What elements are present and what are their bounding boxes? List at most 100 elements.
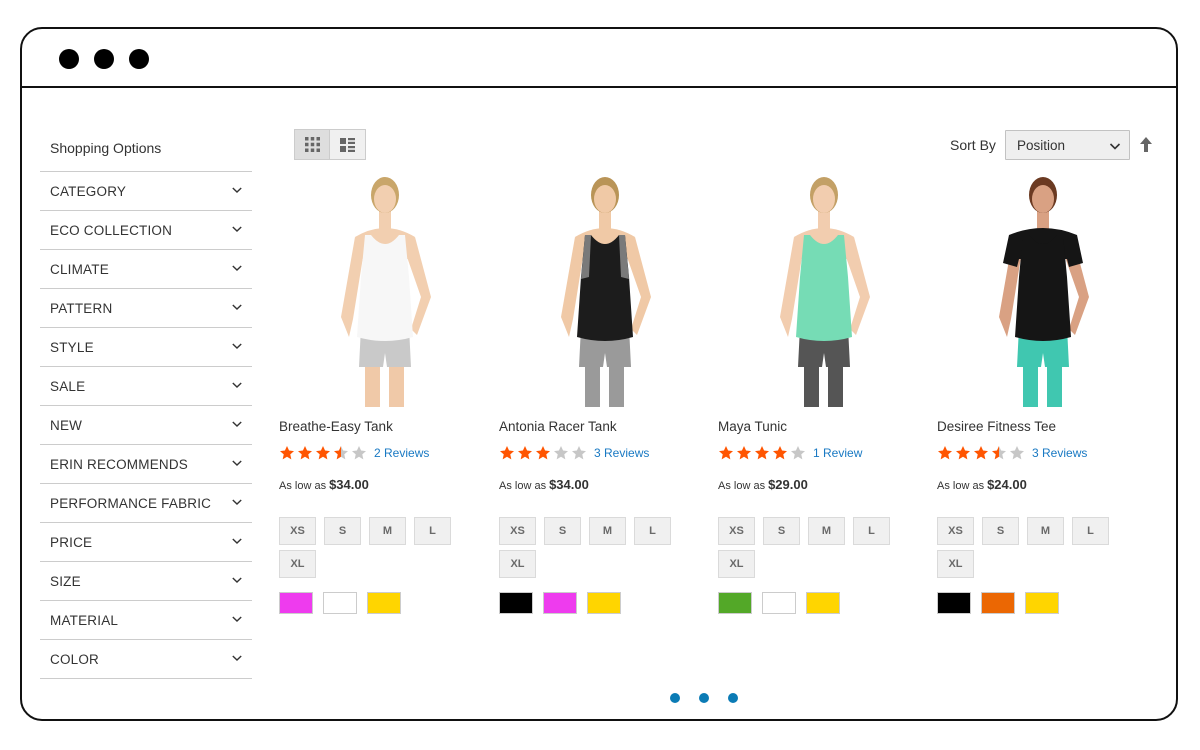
size-option-xl[interactable]: XL: [279, 550, 316, 578]
grid-view-button[interactable]: [295, 130, 330, 159]
chevron-down-icon: [232, 187, 242, 193]
size-option-xs[interactable]: XS: [718, 517, 755, 545]
star-icon: [554, 446, 568, 460]
size-option-xl[interactable]: XL: [718, 550, 755, 578]
color-swatch[interactable]: [587, 592, 621, 614]
color-swatch[interactable]: [543, 592, 577, 614]
reviews-link[interactable]: 2 Reviews: [374, 446, 429, 460]
star-icon: [298, 446, 312, 460]
sort-by-select[interactable]: Position: [1005, 130, 1130, 160]
size-option-l[interactable]: L: [853, 517, 890, 545]
filter-category[interactable]: CATEGORY: [40, 172, 252, 211]
product-rating: 2 Reviews: [279, 445, 429, 461]
star-icon: [316, 446, 330, 460]
product-photo[interactable]: [529, 167, 681, 407]
filter-label: PATTERN: [50, 301, 113, 316]
filter-sale[interactable]: SALE: [40, 367, 252, 406]
product-price: As low as $24.00: [937, 477, 1027, 492]
chevron-down-icon: [232, 655, 242, 661]
size-option-l[interactable]: L: [414, 517, 451, 545]
size-option-s[interactable]: S: [763, 517, 800, 545]
reviews-link[interactable]: 1 Review: [813, 446, 862, 460]
filter-price[interactable]: PRICE: [40, 523, 252, 562]
star-icon: [352, 446, 366, 460]
size-option-m[interactable]: M: [369, 517, 406, 545]
filter-label: PERFORMANCE FABRIC: [50, 496, 212, 511]
star-icon: [280, 446, 294, 460]
chevron-down-icon: [232, 421, 242, 427]
sort-ascending-arrow-icon[interactable]: [1139, 137, 1153, 152]
pager-dot-3[interactable]: [728, 693, 738, 703]
price-prefix: As low as: [279, 480, 327, 492]
pager-dot-1[interactable]: [670, 693, 680, 703]
size-option-xs[interactable]: XS: [937, 517, 974, 545]
color-swatch[interactable]: [499, 592, 533, 614]
color-swatch[interactable]: [367, 592, 401, 614]
product-name-link[interactable]: Maya Tunic: [718, 419, 787, 434]
view-mode-switcher: [294, 129, 366, 160]
size-option-s[interactable]: S: [982, 517, 1019, 545]
filter-size[interactable]: SIZE: [40, 562, 252, 601]
filter-pattern[interactable]: PATTERN: [40, 289, 252, 328]
size-option-l[interactable]: L: [1072, 517, 1109, 545]
size-option-s[interactable]: S: [544, 517, 581, 545]
product-name-link[interactable]: Desiree Fitness Tee: [937, 419, 1056, 434]
filter-performance-fabric[interactable]: PERFORMANCE FABRIC: [40, 484, 252, 523]
size-option-xs[interactable]: XS: [499, 517, 536, 545]
chevron-down-icon: [232, 226, 242, 232]
product-photo[interactable]: [967, 167, 1119, 407]
price-amount: $29.00: [768, 477, 808, 492]
product-photo[interactable]: [309, 167, 461, 407]
reviews-link[interactable]: 3 Reviews: [1032, 446, 1087, 460]
sort-by-label: Sort By: [950, 137, 996, 153]
color-swatch[interactable]: [981, 592, 1015, 614]
size-option-xl[interactable]: XL: [937, 550, 974, 578]
chevron-down-icon: [232, 538, 242, 544]
color-swatch[interactable]: [718, 592, 752, 614]
size-option-s[interactable]: S: [324, 517, 361, 545]
pager-dot-2[interactable]: [699, 693, 709, 703]
filter-style[interactable]: STYLE: [40, 328, 252, 367]
color-swatch[interactable]: [937, 592, 971, 614]
size-option-xl[interactable]: XL: [499, 550, 536, 578]
star-icon: [737, 446, 751, 460]
star-icon: [956, 446, 970, 460]
color-options: [718, 592, 850, 614]
chevron-down-icon: [232, 499, 242, 505]
color-swatch[interactable]: [279, 592, 313, 614]
size-option-l[interactable]: L: [634, 517, 671, 545]
price-prefix: As low as: [499, 480, 547, 492]
chevron-down-icon: [232, 304, 242, 310]
product-name-link[interactable]: Breathe-Easy Tank: [279, 419, 393, 434]
star-icon: [500, 446, 514, 460]
filter-eco-collection[interactable]: ECO COLLECTION: [40, 211, 252, 250]
product-name-link[interactable]: Antonia Racer Tank: [499, 419, 617, 434]
chevron-down-icon: [232, 460, 242, 466]
size-options: XS S M L XL: [718, 517, 908, 583]
size-option-m[interactable]: M: [808, 517, 845, 545]
window-dot-2[interactable]: [94, 49, 114, 69]
window-dot-3[interactable]: [129, 49, 149, 69]
size-option-xs[interactable]: XS: [279, 517, 316, 545]
size-option-m[interactable]: M: [1027, 517, 1064, 545]
filter-color[interactable]: COLOR: [40, 640, 252, 679]
color-swatch[interactable]: [806, 592, 840, 614]
filter-material[interactable]: MATERIAL: [40, 601, 252, 640]
color-swatch[interactable]: [762, 592, 796, 614]
reviews-link[interactable]: 3 Reviews: [594, 446, 649, 460]
color-swatch[interactable]: [323, 592, 357, 614]
product-photo[interactable]: [748, 167, 900, 407]
star-icon: [1010, 446, 1024, 460]
color-swatch[interactable]: [1025, 592, 1059, 614]
window-dot-1[interactable]: [59, 49, 79, 69]
filter-climate[interactable]: CLIMATE: [40, 250, 252, 289]
size-options: XS S M L XL: [937, 517, 1127, 583]
color-options: [499, 592, 631, 614]
list-view-button[interactable]: [330, 130, 365, 159]
star-icon: [719, 446, 733, 460]
size-option-m[interactable]: M: [589, 517, 626, 545]
filter-new[interactable]: NEW: [40, 406, 252, 445]
product-rating: 1 Review: [718, 445, 862, 461]
filter-label: NEW: [50, 418, 83, 433]
filter-erin-recommends[interactable]: ERIN RECOMMENDS: [40, 445, 252, 484]
